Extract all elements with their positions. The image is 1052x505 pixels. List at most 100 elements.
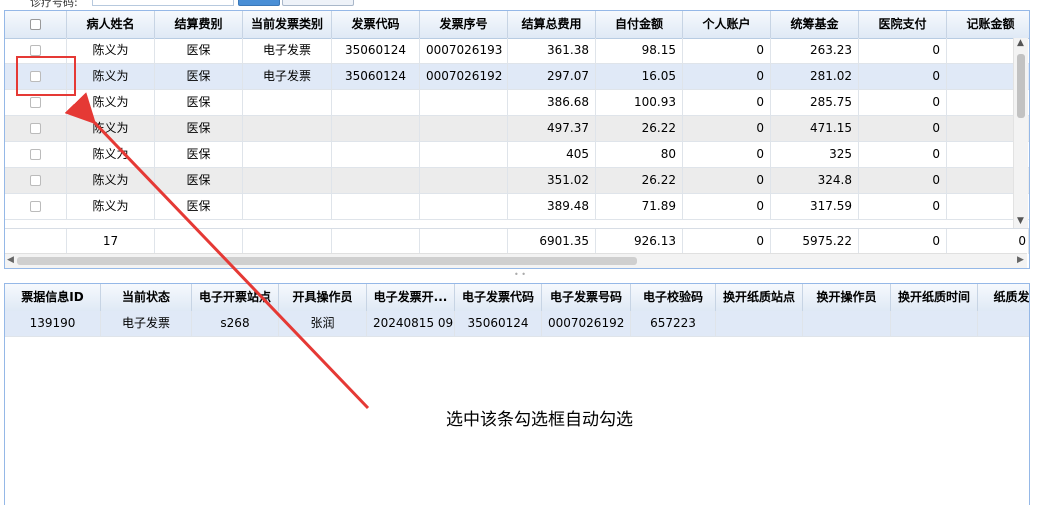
secondary-button[interactable] [282,0,354,6]
col-header[interactable]: 电子校验码 [631,284,716,311]
cell-check-code: 657223 [631,311,716,336]
cell-name: 陈义为 [67,142,155,167]
row-checkbox[interactable] [29,200,41,212]
horizontal-scroll-thumb[interactable] [17,257,637,265]
cell-invoice-type: 电子发票 [243,64,332,89]
scroll-left-icon[interactable]: ◀ [7,255,14,265]
cell-total: 351.02 [508,168,596,193]
search-label: 诊疗号码: [30,0,78,9]
row-select-cell[interactable] [5,194,67,219]
cell-pool: 281.02 [771,64,859,89]
cell-status: 电子发票 [101,311,192,336]
cell-invoice-id: 139190 [5,311,101,336]
col-header[interactable]: 当前状态 [101,284,192,311]
cell-total: 386.68 [508,90,596,115]
col-header[interactable]: 自付金额 [596,11,683,38]
cell-hospital: 0 [859,90,947,115]
select-all-cell[interactable] [5,11,67,38]
cell-invoice-type [243,168,332,193]
col-header[interactable]: 电子发票号码 [542,284,631,311]
annotation-note: 选中该条勾选框自动勾选 [446,410,633,430]
horizontal-scrollbar[interactable]: ◀ ▶ [5,253,1027,268]
cell-hospital: 0 [859,38,947,63]
table-row[interactable]: 陈义为 医保 389.48 71.89 0 317.59 0 [5,194,1029,220]
col-header[interactable]: 电子开票站点 [192,284,279,311]
settlement-grid-header: 病人姓名 结算费别 当前发票类别 发票代码 发票序号 结算总费用 自付金额 个人… [5,11,1029,39]
row-checkbox[interactable] [29,96,41,108]
vertical-scrollbar[interactable]: ▲ ▼ [1013,38,1028,228]
col-header[interactable]: 换开纸质时间 [891,284,978,311]
row-checkbox[interactable] [29,148,41,160]
footer-personal: 0 [683,229,771,254]
col-header[interactable]: 电子发票代码 [455,284,542,311]
table-row[interactable]: 陈义为 医保 497.37 26.22 0 471.15 0 [5,116,1029,142]
scroll-down-icon[interactable]: ▼ [1017,216,1024,226]
col-header[interactable]: 换开纸质站点 [716,284,803,311]
table-row-selected[interactable]: 陈义为 医保 电子发票 35060124 0007026192 297.07 1… [5,64,1029,90]
cell-invoice-no [420,194,508,219]
cell-self-pay: 26.22 [596,116,683,141]
col-header[interactable]: 发票序号 [420,11,508,38]
col-header[interactable]: 当前发票类别 [243,11,332,38]
invoice-row[interactable]: 139190 电子发票 s268 张润 20240815 09:... 3506… [5,311,1029,337]
cell-invoice-no [420,142,508,167]
cell-invoice-no: 0007026192 [420,64,508,89]
row-checkbox[interactable] [29,174,41,186]
top-toolbar: 诊疗号码: [0,0,1052,10]
row-checkbox[interactable] [29,44,41,56]
select-all-checkbox[interactable] [29,18,41,30]
splitter-handle-icon[interactable]: • • [513,271,527,279]
col-header[interactable]: 开具操作员 [279,284,367,311]
footer-blank [420,229,508,254]
col-header[interactable]: 票据信息ID [5,284,101,311]
table-row[interactable]: 陈义为 医保 405 80 0 325 0 [5,142,1029,168]
row-select-cell[interactable] [5,168,67,193]
cell-fee-type: 医保 [155,194,243,219]
cell-paper-operator [803,311,891,336]
cell-hospital: 0 [859,142,947,167]
cell-personal: 0 [683,168,771,193]
col-header[interactable]: 结算总费用 [508,11,596,38]
footer-blank [332,229,420,254]
col-header[interactable]: 纸质发票 [978,284,1029,311]
scroll-right-icon[interactable]: ▶ [1017,255,1024,265]
footer-blank [155,229,243,254]
col-header[interactable]: 统筹基金 [771,11,859,38]
vertical-scroll-thumb[interactable] [1017,54,1025,118]
cell-e-invoice-number: 0007026192 [542,311,631,336]
row-checkbox[interactable] [29,122,41,134]
cell-issued-time: 20240815 09:... [367,311,455,336]
cell-total: 497.37 [508,116,596,141]
panel-splitter[interactable]: • • [0,271,1052,279]
col-header[interactable]: 个人账户 [683,11,771,38]
summary-footer-row: 17 6901.35 926.13 0 5975.22 0 0 [5,228,1029,254]
cell-pool: 324.8 [771,168,859,193]
cell-self-pay: 26.22 [596,168,683,193]
col-header[interactable]: 换开操作员 [803,284,891,311]
table-row[interactable]: 陈义为 医保 386.68 100.93 0 285.75 0 [5,90,1029,116]
cell-invoice-type [243,194,332,219]
search-input[interactable] [92,0,234,6]
footer-blank [243,229,332,254]
row-select-cell[interactable] [5,116,67,141]
query-button[interactable] [238,0,280,6]
right-margin [1030,0,1052,504]
col-header[interactable]: 电子发票开... [367,284,455,311]
cell-name: 陈义为 [67,90,155,115]
scroll-up-icon[interactable]: ▲ [1017,38,1024,48]
cell-name: 陈义为 [67,116,155,141]
col-header[interactable]: 结算费别 [155,11,243,38]
col-header[interactable]: 记账金额 [947,11,1029,38]
table-row[interactable]: 陈义为 医保 电子发票 35060124 0007026193 361.38 9… [5,38,1029,64]
col-header[interactable]: 发票代码 [332,11,420,38]
col-header[interactable]: 医院支付 [859,11,947,38]
table-row[interactable]: 陈义为 医保 351.02 26.22 0 324.8 0 [5,168,1029,194]
cell-self-pay: 16.05 [596,64,683,89]
row-select-cell[interactable] [5,142,67,167]
footer-accounting: 0 [947,229,1029,254]
cell-invoice-type [243,116,332,141]
cell-fee-type: 医保 [155,168,243,193]
cell-paper-time [891,311,978,336]
col-header[interactable]: 病人姓名 [67,11,155,38]
invoice-info-grid: 票据信息ID 当前状态 电子开票站点 开具操作员 电子发票开... 电子发票代码… [4,283,1030,505]
